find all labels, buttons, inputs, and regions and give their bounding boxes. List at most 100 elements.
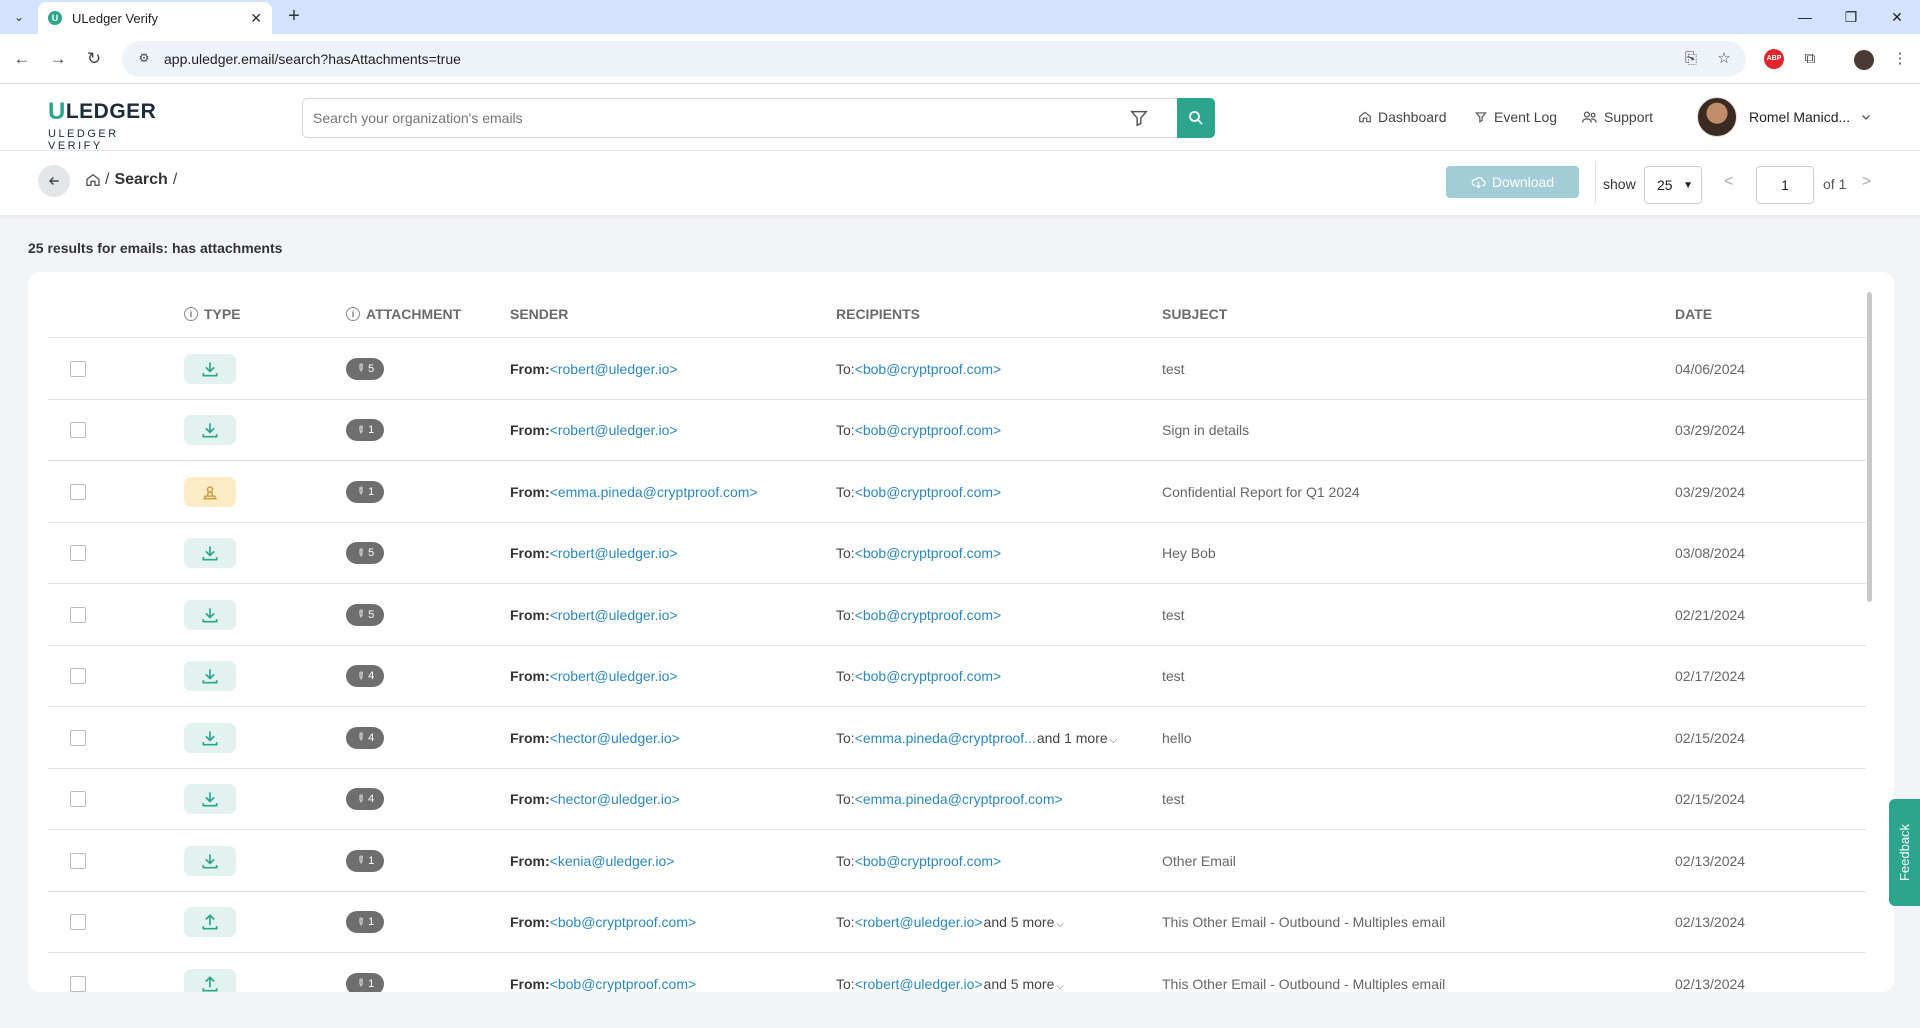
table-row[interactable]: ✎ 1 From: <robert@uledger.io> To: <bob@cryptp… (48, 400, 1866, 461)
recipient-link[interactable]: <bob@cryptproof.com> (855, 853, 1002, 869)
row-checkbox[interactable] (70, 606, 86, 623)
recipient-link[interactable]: <emma.pineda@cryptproof... (855, 730, 1036, 746)
attachment-count-badge[interactable]: ✎ 4 (346, 665, 384, 687)
filter-icon[interactable] (1128, 107, 1150, 129)
sender-link[interactable]: <hector@uledger.io> (550, 730, 680, 746)
type-download-button[interactable] (184, 661, 236, 691)
more-recipients-toggle[interactable]: and 1 more ⌵ (1037, 730, 1117, 746)
type-download-button[interactable] (184, 784, 236, 814)
tab-search-icon[interactable]: ⌄ (8, 6, 30, 28)
table-row[interactable]: ✎ 4 From: <robert@uledger.io> To: <bob@cryptp… (48, 646, 1866, 707)
sender-link[interactable]: <bob@cryptproof.com> (550, 976, 697, 992)
subject-text[interactable]: This Other Email - Outbound - Multiples … (1162, 976, 1445, 992)
nav-dashboard[interactable]: Dashboard (1358, 109, 1447, 125)
row-checkbox[interactable] (70, 975, 86, 992)
attachment-count-badge[interactable]: ✎ 1 (346, 911, 384, 933)
recipient-link[interactable]: <bob@cryptproof.com> (855, 484, 1002, 500)
row-checkbox[interactable] (70, 360, 86, 377)
attachment-count-badge[interactable]: ✎ 1 (346, 480, 384, 503)
row-checkbox[interactable] (70, 914, 86, 930)
table-row[interactable]: ✎ 1 From: <bob@cryptproof.com> To: <robert@ul… (48, 892, 1866, 953)
nav-support[interactable]: Support (1582, 109, 1653, 125)
download-button[interactable]: Download (1446, 166, 1579, 198)
type-upload-button[interactable] (184, 907, 236, 937)
recipient-link[interactable]: <bob@cryptproof.com> (855, 545, 1002, 561)
more-recipients-toggle[interactable]: and 5 more ⌵ (984, 914, 1064, 930)
tab-close-icon[interactable]: ✕ (250, 10, 262, 27)
sender-link[interactable]: <robert@uledger.io> (550, 361, 678, 377)
recipient-link[interactable]: <bob@cryptproof.com> (855, 361, 1002, 377)
site-settings-icon[interactable]: ⚙ (136, 51, 152, 67)
table-row[interactable]: ✎ 1 From: <emma.pineda@cryptproof.com> To: <b… (48, 461, 1866, 523)
row-checkbox[interactable] (70, 545, 86, 561)
subject-text[interactable]: Other Email (1162, 853, 1236, 869)
back-icon[interactable]: ← (10, 47, 34, 71)
window-close-icon[interactable]: ✕ (1874, 0, 1920, 34)
subject-text[interactable]: test (1162, 668, 1185, 684)
info-icon[interactable]: i (346, 307, 360, 321)
adblock-icon[interactable]: ABP (1764, 49, 1784, 69)
chrome-menu-icon[interactable]: ⋮ (1890, 49, 1910, 69)
attachment-count-badge[interactable]: ✎ 1 (346, 419, 384, 441)
info-icon[interactable]: i (184, 307, 198, 321)
more-recipients-toggle[interactable]: and 5 more ⌵ (984, 976, 1064, 992)
table-row[interactable]: ✎ 5 From: <robert@uledger.io> To: <bob@cryptp… (48, 584, 1866, 646)
browser-profile-avatar[interactable] (1854, 50, 1874, 70)
table-row[interactable]: ✎ 1 From: <bob@cryptproof.com> To: <robert@ul… (48, 953, 1866, 992)
search-input[interactable] (303, 99, 1143, 137)
recipient-link[interactable]: <bob@cryptproof.com> (855, 607, 1002, 623)
row-checkbox[interactable] (70, 422, 86, 438)
new-tab-icon[interactable]: + (282, 5, 306, 29)
type-download-button[interactable] (184, 353, 236, 384)
table-row[interactable]: ✎ 5 From: <robert@uledger.io> To: <bob@cryptp… (48, 523, 1866, 584)
attachment-count-badge[interactable]: ✎ 5 (346, 603, 384, 626)
restore-icon[interactable]: ❐ (1828, 0, 1874, 34)
extensions-icon[interactable]: ⧉ (1800, 49, 1820, 69)
subject-text[interactable]: hello (1162, 730, 1192, 746)
next-page-icon[interactable]: > (1862, 173, 1871, 191)
type-download-button[interactable] (184, 845, 236, 876)
type-download-button[interactable] (184, 722, 236, 753)
type-download-button[interactable] (184, 599, 236, 630)
row-checkbox[interactable] (70, 483, 86, 500)
uledger-logo[interactable]: U LEDGER ULEDGER VERIFY (48, 98, 178, 152)
table-row[interactable]: ✎ 5 From: <robert@uledger.io> To: <bob@cryptp… (48, 338, 1866, 400)
sender-link[interactable]: <kenia@uledger.io> (550, 853, 675, 869)
sender-link[interactable]: <robert@uledger.io> (550, 668, 678, 684)
row-checkbox[interactable] (70, 729, 86, 746)
subject-text[interactable]: test (1162, 791, 1185, 807)
type-upload-button[interactable] (184, 968, 236, 992)
attachment-count-badge[interactable]: ✎ 4 (346, 726, 384, 749)
feedback-tab[interactable]: Feedback (1889, 799, 1920, 906)
sender-link[interactable]: <robert@uledger.io> (550, 607, 678, 623)
recipient-link[interactable]: <robert@uledger.io> (855, 976, 983, 992)
user-menu[interactable]: Romel Manicd... (1697, 97, 1872, 137)
sender-link[interactable]: <robert@uledger.io> (550, 422, 678, 438)
url-field[interactable]: ⚙ app.uledger.email/search?hasAttachment… (122, 41, 1746, 77)
back-button[interactable] (38, 165, 70, 197)
sender-link[interactable]: <bob@cryptproof.com> (550, 914, 697, 930)
bookmark-star-icon[interactable]: ☆ (1714, 49, 1734, 69)
subject-text[interactable]: test (1162, 607, 1185, 623)
browser-tab[interactable]: U ULedger Verify ✕ (38, 2, 272, 34)
page-size-select[interactable]: 25 ▼ (1644, 166, 1702, 204)
minimize-icon[interactable]: — (1782, 0, 1828, 34)
subject-text[interactable]: This Other Email - Outbound - Multiples … (1162, 914, 1445, 930)
subject-text[interactable]: test (1162, 361, 1185, 377)
table-row[interactable]: ✎ 1 From: <kenia@uledger.io> To: <bob@cryptpr… (48, 830, 1866, 892)
type-download-button[interactable] (184, 415, 236, 445)
home-icon[interactable] (85, 172, 101, 188)
subject-text[interactable]: Confidential Report for Q1 2024 (1162, 484, 1360, 500)
sender-link[interactable]: <robert@uledger.io> (550, 545, 678, 561)
page-number-input[interactable]: 1 (1756, 166, 1814, 204)
recipient-link[interactable]: <bob@cryptproof.com> (855, 668, 1002, 684)
row-checkbox[interactable] (70, 791, 86, 807)
recipient-link[interactable]: <emma.pineda@cryptproof.com> (855, 791, 1063, 807)
subject-text[interactable]: Sign in details (1162, 422, 1249, 438)
row-checkbox[interactable] (70, 668, 86, 684)
attachment-count-badge[interactable]: ✎ 1 (346, 972, 384, 992)
sender-link[interactable]: <hector@uledger.io> (550, 791, 680, 807)
attachment-count-badge[interactable]: ✎ 5 (346, 357, 384, 380)
install-icon[interactable]: ⎘ (1681, 49, 1701, 69)
type-download-button[interactable] (184, 538, 236, 568)
